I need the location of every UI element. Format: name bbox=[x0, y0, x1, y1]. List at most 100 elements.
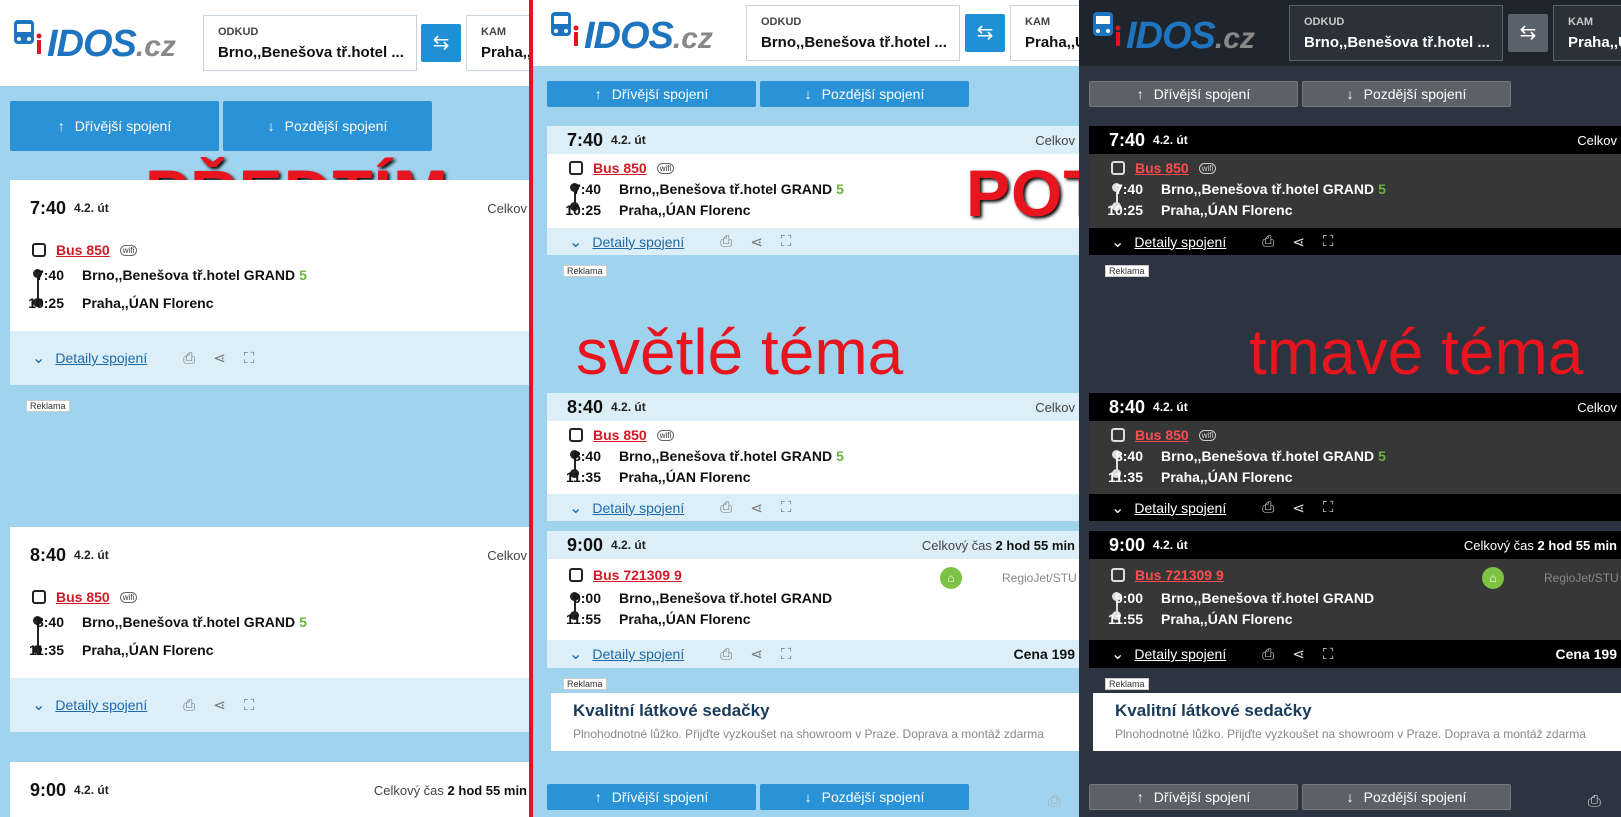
print-icon[interactable]: ⎙ bbox=[720, 233, 732, 250]
total-time: Celkový čas 2 hod 55 min bbox=[1463, 537, 1617, 553]
chevron-down-icon[interactable]: ⌄ bbox=[569, 232, 582, 252]
map-icon[interactable]: ⛶ bbox=[781, 646, 792, 663]
label-after: POTOM bbox=[966, 156, 1079, 230]
from-field[interactable]: ODKUD Brno,,Benešova tř.hotel ... bbox=[203, 15, 417, 71]
chevron-down-icon[interactable]: ⌄ bbox=[569, 644, 582, 664]
train-icon bbox=[1091, 10, 1123, 48]
print-icon[interactable]: ⎙ bbox=[183, 697, 195, 714]
connection-card: 9:00 4.2. út Celkový čas 2 hod 55 min Bus… bbox=[1089, 531, 1621, 668]
map-icon[interactable]: ⛶ bbox=[244, 697, 255, 714]
earlier-button[interactable]: ↑ Dřívější spojení bbox=[10, 101, 219, 151]
details-link[interactable]: Detaily spojení bbox=[1134, 646, 1226, 662]
card-body: Bus 850 wifi 7:40 Brno,,Benešova tř.hotel … bbox=[1089, 154, 1621, 228]
map-icon[interactable]: ⛶ bbox=[781, 233, 792, 250]
share-icon[interactable]: ⋖ bbox=[213, 696, 226, 714]
bus-link[interactable]: Bus 850 bbox=[593, 160, 647, 176]
swap-button[interactable]: ⇆ bbox=[421, 24, 461, 62]
details-link[interactable]: Detaily spojení bbox=[592, 646, 684, 662]
swap-arrows-icon: ⇆ bbox=[432, 32, 450, 54]
card-header: 7:40 4.2. út Celkov bbox=[547, 126, 1079, 154]
map-icon[interactable]: ⛶ bbox=[781, 499, 792, 516]
header: IDOS .cz ODKUD Brno,,Benešova tř.hotel ..… bbox=[1079, 0, 1621, 66]
chevron-down-icon[interactable]: ⌄ bbox=[32, 695, 45, 715]
chevron-down-icon[interactable]: ⌄ bbox=[569, 498, 582, 518]
earlier-button-bottom[interactable]: ↑ Dřívější spojení bbox=[547, 784, 756, 810]
print-icon[interactable]: ⎙ bbox=[1262, 233, 1274, 250]
share-icon[interactable]: ⋖ bbox=[750, 233, 763, 251]
chevron-down-icon[interactable]: ⌄ bbox=[32, 348, 45, 368]
card-footer: ⌄ Detaily spojení ⎙ ⋖ ⛶ Cena 199 bbox=[547, 640, 1079, 668]
logo[interactable]: IDOS .cz bbox=[12, 18, 176, 66]
wifi-icon: wifi bbox=[656, 162, 675, 174]
bus-link[interactable]: Bus 850 bbox=[1135, 427, 1189, 443]
map-icon[interactable]: ⛶ bbox=[244, 350, 255, 367]
basket-icon[interactable]: ⌂ bbox=[940, 567, 962, 589]
details-link[interactable]: Detaily spojení bbox=[1134, 500, 1226, 516]
to-field[interactable]: KAM Praha,,ÚAN Florenc bbox=[466, 15, 531, 71]
wifi-icon: wifi bbox=[1198, 429, 1217, 441]
print-page-icon[interactable]: ⎙ bbox=[1048, 793, 1061, 811]
price: Cena 199 bbox=[1013, 646, 1075, 662]
card-header: 7:40 4.2. út Celkov bbox=[10, 180, 531, 236]
share-icon[interactable]: ⋖ bbox=[1292, 645, 1305, 663]
details-link[interactable]: Detaily spojení bbox=[592, 234, 684, 250]
bus-link[interactable]: Bus 850 bbox=[56, 242, 110, 258]
details-link[interactable]: Detaily spojení bbox=[592, 500, 684, 516]
from-field[interactable]: ODKUD Brno,,Benešova tř.hotel ... bbox=[746, 5, 960, 61]
card-body: Bus 850 wifi 8:40 Brno,,Benešova tř.hotel … bbox=[10, 583, 531, 678]
share-icon[interactable]: ⋖ bbox=[750, 645, 763, 663]
arrow-up-icon: ↑ bbox=[594, 86, 602, 102]
share-icon[interactable]: ⋖ bbox=[1292, 499, 1305, 517]
stop-arrival: 11:35 Praha,,ÚAN Florenc bbox=[565, 469, 751, 485]
basket-icon[interactable]: ⌂ bbox=[1482, 567, 1504, 589]
swap-button[interactable]: ⇆ bbox=[965, 14, 1005, 52]
print-page-icon[interactable]: ⎙ bbox=[1588, 793, 1601, 811]
details-link[interactable]: Detaily spojení bbox=[55, 697, 147, 713]
ad-banner[interactable]: Kvalitní látkové sedačky Plnohodnotné lů… bbox=[1093, 693, 1621, 751]
earlier-button[interactable]: ↑ Dřívější spojení bbox=[547, 81, 756, 107]
chevron-down-icon[interactable]: ⌄ bbox=[1111, 644, 1124, 664]
details-link[interactable]: Detaily spojení bbox=[55, 350, 147, 366]
header: IDOS .cz ODKUD Brno,,Benešova tř.hotel ..… bbox=[531, 0, 1079, 66]
ad-banner[interactable]: Kvalitní látkové sedačky Plnohodnotné lů… bbox=[551, 693, 1079, 751]
arrow-down-icon: ↓ bbox=[804, 789, 812, 805]
logo[interactable]: IDOS .cz bbox=[1091, 10, 1255, 58]
card-header: 8:40 4.2. út Celkov bbox=[547, 393, 1079, 421]
share-icon[interactable]: ⋖ bbox=[1292, 233, 1305, 251]
later-button-bottom[interactable]: ↓ Pozdější spojení bbox=[1302, 784, 1511, 810]
connection-card: 7:40 4.2. út Celkov Bus 850 wifi 7:40 Brno,,… bbox=[1089, 126, 1621, 255]
chevron-down-icon[interactable]: ⌄ bbox=[1111, 232, 1124, 252]
logo[interactable]: IDOS .cz bbox=[549, 10, 713, 58]
swap-arrows-icon: ⇆ bbox=[1519, 22, 1537, 44]
card-footer: ⌄ Detaily spojení ⎙ ⋖ ⛶ bbox=[10, 678, 531, 732]
print-icon[interactable]: ⎙ bbox=[1262, 646, 1274, 663]
print-icon[interactable]: ⎙ bbox=[720, 646, 732, 663]
to-field[interactable]: KAM Praha,,Ú bbox=[1553, 5, 1621, 61]
from-field[interactable]: ODKUD Brno,,Benešova tř.hotel ... bbox=[1289, 5, 1503, 61]
earlier-button[interactable]: ↑ Dřívější spojení bbox=[1089, 81, 1298, 107]
map-icon[interactable]: ⛶ bbox=[1323, 499, 1334, 516]
bus-link[interactable]: Bus 721309 9 bbox=[593, 567, 682, 583]
chevron-down-icon[interactable]: ⌄ bbox=[1111, 498, 1124, 518]
bus-link[interactable]: Bus 850 bbox=[1135, 160, 1189, 176]
to-field[interactable]: KAM Praha,,Ú bbox=[1010, 5, 1079, 61]
later-button-bottom[interactable]: ↓ Pozdější spojení bbox=[760, 784, 969, 810]
bus-link[interactable]: Bus 721309 9 bbox=[1135, 567, 1224, 583]
print-icon[interactable]: ⎙ bbox=[183, 350, 195, 367]
later-button[interactable]: ↓ Pozdější spojení bbox=[223, 101, 432, 151]
swap-button[interactable]: ⇆ bbox=[1508, 14, 1548, 52]
bus-link[interactable]: Bus 850 bbox=[593, 427, 647, 443]
later-button[interactable]: ↓ Pozdější spojení bbox=[1302, 81, 1511, 107]
share-icon[interactable]: ⋖ bbox=[750, 499, 763, 517]
later-button[interactable]: ↓ Pozdější spojení bbox=[760, 81, 969, 107]
print-icon[interactable]: ⎙ bbox=[1262, 499, 1274, 516]
print-icon[interactable]: ⎙ bbox=[720, 499, 732, 516]
map-icon[interactable]: ⛶ bbox=[1323, 233, 1334, 250]
share-icon[interactable]: ⋖ bbox=[213, 349, 226, 367]
earlier-button-bottom[interactable]: ↑ Dřívější spojení bbox=[1089, 784, 1298, 810]
map-icon[interactable]: ⛶ bbox=[1323, 646, 1334, 663]
bus-link[interactable]: Bus 850 bbox=[56, 589, 110, 605]
details-link[interactable]: Detaily spojení bbox=[1134, 234, 1226, 250]
bus-icon bbox=[569, 568, 583, 582]
carrier-name: RegioJet/STU bbox=[1002, 571, 1077, 585]
